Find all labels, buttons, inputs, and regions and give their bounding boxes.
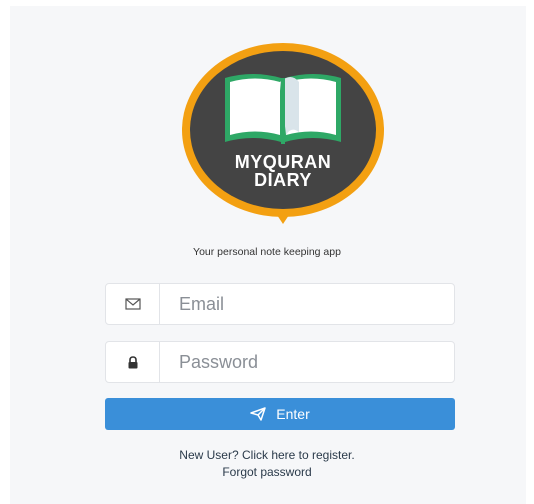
tagline: Your personal note keeping app [193, 246, 341, 258]
logo-badge-icon [182, 43, 384, 224]
password-addon [106, 342, 160, 382]
logo-title-line-2: DIARY [254, 170, 312, 190]
forgot-link-row: Forgot password [0, 465, 534, 479]
register-link-row: New User? Click here to register. [0, 448, 534, 462]
app-logo: MYQURAN DIARY [181, 42, 385, 228]
enter-button-label: Enter [276, 406, 310, 422]
paper-plane-icon [250, 407, 267, 421]
forgot-password-link[interactable]: Forgot password [222, 465, 311, 479]
open-book-icon [225, 74, 341, 144]
register-link[interactable]: New User? Click here to register. [179, 448, 354, 462]
email-addon [106, 284, 160, 324]
email-field-group [105, 283, 455, 325]
enter-button[interactable]: Enter [105, 398, 455, 430]
password-field-group [105, 341, 455, 383]
lock-icon [128, 355, 137, 368]
password-input[interactable] [160, 342, 454, 382]
email-input[interactable] [160, 284, 454, 324]
envelope-icon [124, 298, 141, 310]
